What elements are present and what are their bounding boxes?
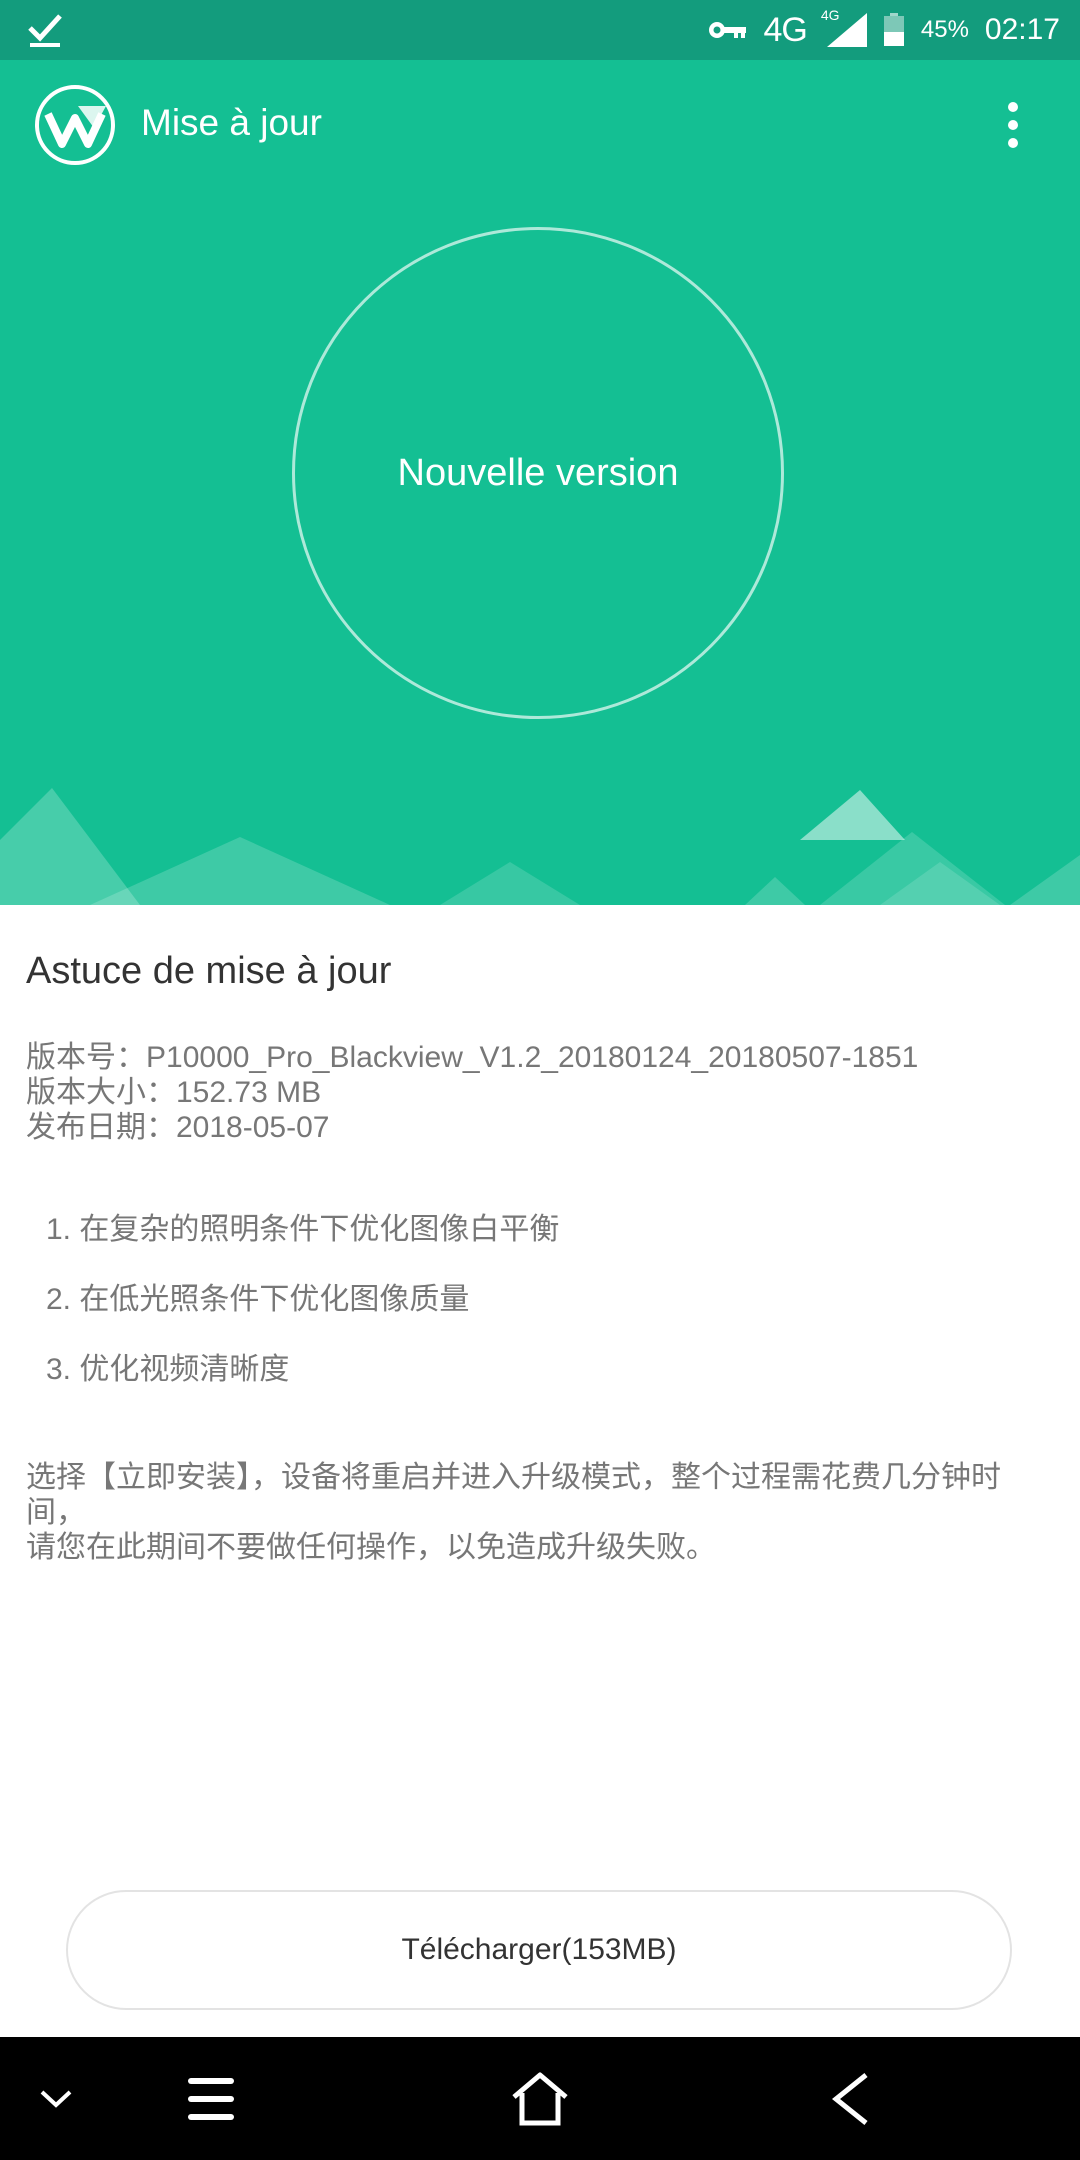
list-item: 2. 在低光照条件下优化图像质量 bbox=[46, 1283, 470, 1316]
more-vert-icon[interactable] bbox=[1006, 100, 1020, 150]
signal-group: 4G bbox=[821, 7, 867, 47]
nav-home[interactable] bbox=[505, 2037, 575, 2160]
signal-icon bbox=[826, 13, 867, 47]
navigation-bar bbox=[0, 2037, 1080, 2160]
note-line: 请您在此期间不要做任何操作，以免造成升级失败。 bbox=[26, 1531, 716, 1564]
menu-icon bbox=[188, 2077, 234, 2120]
page-title: Mise à jour bbox=[141, 102, 322, 143]
install-note: 选择【立即安装】，设备将重启并进入升级模式，整个过程需花费几分钟时间， 请您在此… bbox=[26, 1460, 1056, 1565]
change-list: 1. 在复杂的照明条件下优化图像白平衡 2. 在低光照条件下优化图像质量 3. … bbox=[46, 1210, 559, 1420]
tip-title: Astuce de mise à jour bbox=[26, 950, 392, 992]
battery-icon bbox=[883, 13, 904, 46]
version-info: 版本号：P10000_Pro_Blackview_V1.2_20180124_2… bbox=[26, 1040, 918, 1145]
nav-collapse[interactable] bbox=[26, 2037, 86, 2160]
download-done-icon bbox=[28, 14, 62, 47]
circle-label: Nouvelle version bbox=[397, 451, 679, 494]
date-line: 发布日期：2018-05-07 bbox=[26, 1111, 330, 1144]
home-icon bbox=[512, 2072, 568, 2125]
nav-back[interactable] bbox=[820, 2037, 880, 2160]
note-line: 选择【立即安装】，设备将重启并进入升级模式，整个过程需花费几分钟时间， bbox=[26, 1461, 1001, 1529]
version-line: 版本号：P10000_Pro_Blackview_V1.2_20180124_2… bbox=[26, 1041, 919, 1074]
clock: 02:17 bbox=[984, 13, 1060, 46]
list-item: 1. 在复杂的照明条件下优化图像白平衡 bbox=[46, 1213, 560, 1246]
status-bar: 4G 4G 45% 02:17 bbox=[0, 0, 1080, 60]
network-type: 4G bbox=[763, 10, 808, 49]
header: Mise à jour Nouvelle version bbox=[0, 60, 1080, 905]
status-icons: 4G 4G 45% 02:17 bbox=[708, 0, 1060, 60]
chevron-down-icon bbox=[40, 2090, 72, 2108]
vpn-key-icon bbox=[708, 22, 746, 38]
battery-percent: 45% bbox=[920, 16, 969, 43]
back-icon bbox=[831, 2072, 868, 2125]
mountain-decoration bbox=[0, 788, 1080, 905]
app-logo-icon bbox=[35, 85, 115, 165]
list-item: 3. 优化视频清晰度 bbox=[46, 1353, 290, 1386]
size-line: 版本大小：152.73 MB bbox=[26, 1076, 322, 1109]
nav-recents[interactable] bbox=[178, 2037, 244, 2160]
download-button[interactable]: Télécharger(153MB) bbox=[66, 1890, 1012, 2010]
